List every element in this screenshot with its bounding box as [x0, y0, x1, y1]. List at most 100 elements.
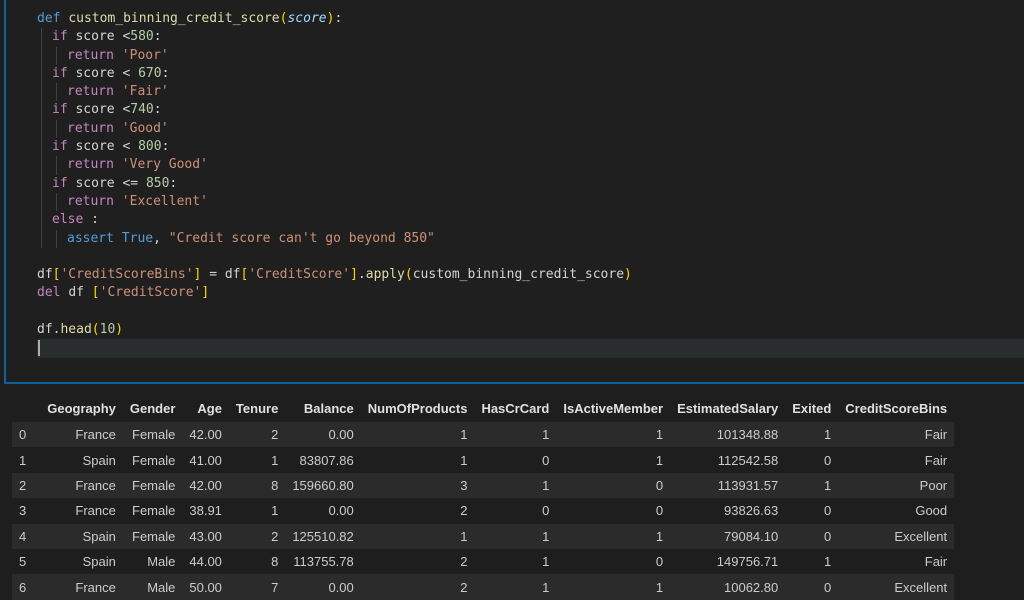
- table-cell: 101348.88: [670, 422, 786, 448]
- table-cell: 43.00: [182, 523, 229, 549]
- table-cell: Female: [122, 472, 183, 499]
- table-cell: 1: [228, 498, 286, 524]
- table-row: 0 France Female 42.00 2 0.00 1 1 1 101348.88 1 Fair: [12, 422, 955, 448]
- code-cell[interactable]: def custom_binning_credit_score(score): …: [4, 0, 1024, 384]
- function-name: custom_binning_credit_score: [68, 11, 280, 26]
- table-cell: 42.00: [182, 422, 229, 448]
- table-cell: Fair: [838, 548, 955, 575]
- table-cell: 1: [474, 422, 557, 448]
- table-cell: France: [40, 574, 123, 600]
- table-cell: 2: [228, 422, 286, 448]
- table-cell: 2: [360, 498, 475, 524]
- table-cell: 0: [474, 498, 557, 524]
- table-cell: 0: [474, 447, 557, 473]
- table-cell: Excellent: [838, 523, 955, 549]
- table-cell: 1: [360, 422, 475, 448]
- table-row: 1 Spain Female 41.00 1 83807.86 1 0 1 112542.58 0 F…: [12, 447, 955, 473]
- table-row: 4 Spain Female 43.00 2 125510.82 1 1 1 79084.10 0 E…: [12, 523, 955, 549]
- table-cell: Female: [122, 447, 183, 473]
- table-cell: 1: [785, 422, 839, 448]
- table-cell: Male: [122, 574, 183, 600]
- table-cell: 1: [474, 523, 557, 549]
- table-cell: Fair: [838, 422, 955, 448]
- table-cell: 1: [556, 447, 671, 473]
- table-cell: 2: [228, 523, 286, 549]
- code-line-3: return 'Poor': [37, 46, 1024, 65]
- table-cell: 113755.78: [285, 548, 361, 575]
- code-line-5: return 'Fair': [37, 83, 1024, 102]
- table-cell: 1: [785, 472, 839, 499]
- table-cell: Fair: [838, 447, 955, 473]
- table-cell: 0: [785, 523, 839, 549]
- table-cell: 1: [474, 548, 557, 575]
- table-cell: 0: [785, 447, 839, 473]
- table-cell: 1: [556, 422, 671, 448]
- column-header: Balance: [285, 394, 361, 422]
- table-cell: Spain: [40, 523, 123, 549]
- table-cell: 79084.10: [670, 523, 786, 549]
- table-cell: 0: [785, 498, 839, 524]
- table-cell: Spain: [40, 447, 123, 473]
- row-index: 3: [12, 498, 41, 524]
- column-header: CreditScoreBins: [838, 394, 955, 422]
- table-cell: 83807.86: [285, 447, 361, 473]
- table-row: 5 Spain Male 44.00 8 113755.78 2 1 0 149756.71 1 Fa…: [12, 548, 955, 575]
- function-param: score: [287, 11, 327, 26]
- index-header: [12, 394, 41, 422]
- cell-output: Geography Gender Age Tenure Balance NumOfProd…: [12, 394, 955, 600]
- table-cell: 0.00: [285, 498, 361, 524]
- table-cell: Female: [122, 523, 183, 549]
- table-cell: 1: [228, 447, 286, 473]
- table-cell: 0: [556, 472, 671, 499]
- code-line-18: df.head(10): [37, 322, 124, 338]
- table-cell: 44.00: [182, 548, 229, 575]
- table-cell: France: [40, 472, 123, 499]
- table-cell: 1: [556, 574, 671, 600]
- table-cell: France: [40, 422, 123, 448]
- row-index: 4: [12, 523, 41, 549]
- code-line-10: if score <= 850:: [37, 174, 1024, 193]
- column-header: EstimatedSalary: [670, 394, 786, 422]
- code-line-1: def custom_binning_credit_score(score):: [37, 11, 343, 26]
- table-cell: 1: [360, 447, 475, 473]
- table-cell: 41.00: [182, 447, 229, 473]
- table-cell: 2: [360, 574, 475, 600]
- table-body: 0 France Female 42.00 2 0.00 1 1 1 101348.88 1 Fair…: [12, 422, 955, 600]
- table-cell: 159660.80: [285, 472, 361, 499]
- column-header: NumOfProducts: [360, 394, 475, 422]
- table-cell: Female: [122, 422, 183, 448]
- column-header: Exited: [785, 394, 839, 422]
- table-cell: 0: [556, 498, 671, 524]
- table-cell: Male: [122, 548, 183, 575]
- code-line-9: return 'Very Good': [37, 156, 1024, 175]
- table-cell: 112542.58: [670, 447, 786, 473]
- table-row: 6 France Male 50.00 7 0.00 2 1 1 10062.80 0 Excelle…: [12, 574, 955, 600]
- table-cell: Female: [122, 498, 183, 524]
- column-header: Age: [182, 394, 229, 422]
- table-cell: 10062.80: [670, 574, 786, 600]
- table-cell: 8: [228, 472, 286, 499]
- table-cell: 149756.71: [670, 548, 786, 575]
- table-cell: 38.91: [182, 498, 229, 524]
- table-cell: 1: [556, 523, 671, 549]
- code-line-12: else :: [37, 211, 1024, 230]
- code-line-6: if score <740:: [37, 101, 1024, 120]
- code-line-19[interactable]: [37, 339, 1024, 358]
- table-cell: 0.00: [285, 574, 361, 600]
- dataframe-table: Geography Gender Age Tenure Balance NumOfProd…: [12, 394, 955, 600]
- code-line-7: return 'Good': [37, 119, 1024, 139]
- table-cell: Poor: [838, 472, 955, 499]
- table-cell: Excellent: [838, 574, 955, 600]
- table-cell: Good: [838, 498, 955, 524]
- table-cell: 0.00: [285, 422, 361, 448]
- code-line-2: if score <580:: [37, 28, 1024, 47]
- code-line-4: if score < 670:: [37, 64, 1024, 84]
- table-header-row: Geography Gender Age Tenure Balance NumOfProd…: [12, 394, 955, 422]
- text-caret: [38, 339, 40, 356]
- row-index: 2: [12, 472, 41, 499]
- table-cell: 2: [360, 548, 475, 575]
- code-editor[interactable]: def custom_binning_credit_score(score): …: [37, 10, 1024, 358]
- row-index: 6: [12, 574, 41, 600]
- column-header: Gender: [122, 394, 183, 422]
- column-header: HasCrCard: [474, 394, 557, 422]
